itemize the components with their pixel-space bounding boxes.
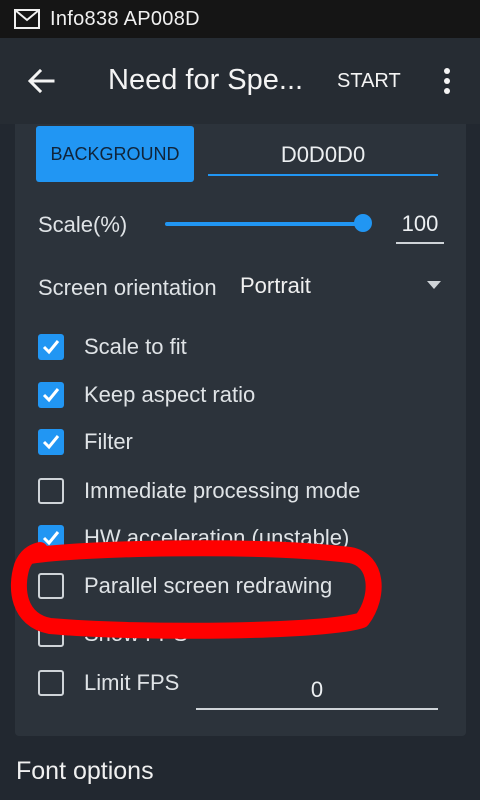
checkbox-label: Limit FPS (84, 670, 180, 695)
scale-slider-thumb[interactable] (354, 214, 372, 232)
page-title: Need for Spe... (108, 64, 304, 96)
mail-icon (14, 9, 40, 29)
checkbox-label: Scale to fit (84, 334, 187, 359)
checkbox-row[interactable]: Limit FPS (38, 667, 179, 699)
checkbox-label: Immediate processing mode (84, 478, 361, 503)
checkbox-label: Parallel screen redrawing (84, 573, 333, 598)
scale-value-field[interactable]: 100 (396, 206, 444, 244)
checkbox-row[interactable]: Immediate processing mode (38, 475, 360, 507)
checkbox-row[interactable]: Parallel screen redrawing (38, 570, 332, 602)
scale-slider-track[interactable] (165, 222, 363, 226)
status-bar-text: Info838 AP008D (50, 7, 200, 30)
app-bar: Need for Spe... START (0, 38, 480, 124)
back-arrow-icon[interactable] (26, 66, 56, 96)
checkbox-row[interactable]: Show FPS (38, 618, 188, 650)
checkbox-checked-icon[interactable] (38, 429, 64, 455)
checkbox-row[interactable]: Scale to fit (38, 331, 187, 363)
orientation-label: Screen orientation (38, 275, 217, 300)
checkbox-checked-icon[interactable] (38, 334, 64, 360)
checkbox-label: Filter (84, 429, 133, 454)
checkbox-unchecked-icon[interactable] (38, 573, 64, 599)
checkbox-unchecked-icon[interactable] (38, 670, 64, 696)
checkbox-label: Show FPS (84, 621, 188, 646)
checkbox-checked-icon[interactable] (38, 525, 64, 551)
checkbox-label: Keep aspect ratio (84, 382, 256, 407)
checkbox-row[interactable]: HW acceleration (unstable) (38, 522, 349, 554)
background-button[interactable]: BACKGROUND (36, 126, 194, 182)
limit-fps-field[interactable]: 0 (196, 670, 438, 710)
more-options-icon[interactable] (437, 67, 457, 97)
orientation-select[interactable]: Portrait (240, 273, 311, 299)
checkbox-label: HW acceleration (unstable) (84, 525, 350, 550)
status-bar: Info838 AP008D (0, 0, 480, 38)
checkbox-row[interactable]: Keep aspect ratio (38, 379, 255, 411)
section-title-font-options: Font options (16, 757, 154, 785)
checkbox-row[interactable]: Filter (38, 426, 133, 458)
dropdown-arrow-icon[interactable] (427, 281, 441, 289)
checkbox-unchecked-icon[interactable] (38, 478, 64, 504)
background-color-field[interactable]: D0D0D0 (208, 136, 438, 176)
checkbox-checked-icon[interactable] (38, 382, 64, 408)
checkbox-unchecked-icon[interactable] (38, 621, 64, 647)
start-button[interactable]: START (337, 70, 401, 93)
scale-label: Scale(%) (38, 212, 128, 237)
